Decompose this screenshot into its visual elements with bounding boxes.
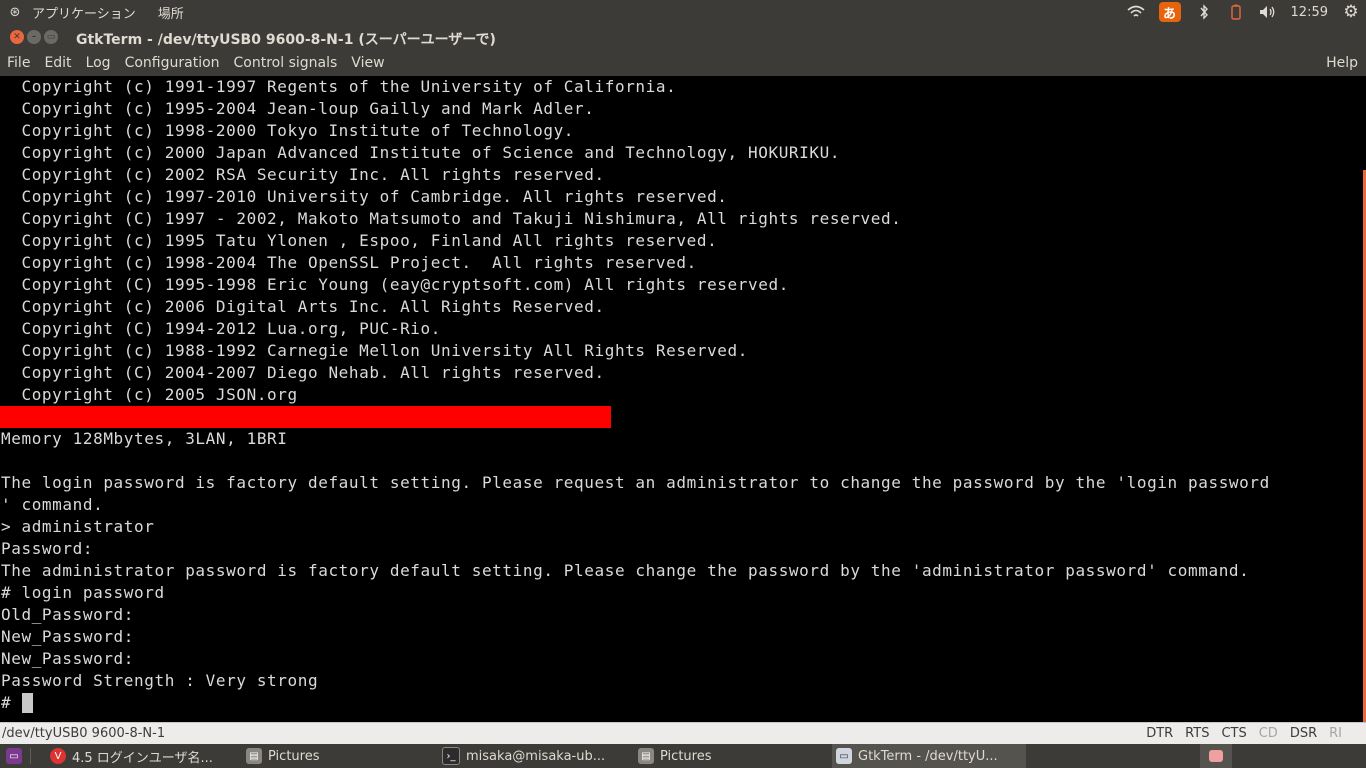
places-menu[interactable]: 場所	[158, 3, 184, 22]
vivaldi-icon: V	[50, 748, 66, 764]
terminal-line: Memory 128Mbytes, 3LAN, 1BRI	[1, 429, 288, 448]
terminal-line: Copyright (c) 1998-2004 The OpenSSL Proj…	[1, 253, 697, 272]
task-browser[interactable]: V 4.5 ログインユーザ名...	[50, 744, 230, 768]
desktop-icon: ▭	[6, 748, 22, 764]
applications-menu[interactable]: アプリケーション	[32, 3, 136, 22]
terminal-line: ' command.	[1, 495, 104, 514]
terminal-line: Copyright (c) 2006 Digital Arts Inc. All…	[1, 297, 605, 316]
terminal-line: > administrator	[1, 517, 155, 536]
signal-cd: CD	[1258, 726, 1278, 741]
menu-edit[interactable]: Edit	[44, 55, 71, 71]
menu-configuration[interactable]: Configuration	[125, 55, 220, 71]
bluetooth-icon[interactable]	[1195, 3, 1213, 21]
folder-icon: ▤	[638, 748, 654, 764]
terminal-line: New_Password:	[1, 649, 135, 668]
terminal-line: Copyright (c) 1995-2004 Jean-loup Gailly…	[1, 99, 595, 118]
close-button[interactable]: ✕	[10, 30, 24, 44]
battery-icon[interactable]	[1227, 3, 1245, 21]
terminal-line: The login password is factory default se…	[1, 473, 1270, 492]
task-label: Pictures	[660, 748, 712, 764]
ubuntu-logo-icon[interactable]: ⊛	[6, 3, 24, 21]
top-panel-indicators: あ 12:59 ⚙	[1127, 0, 1360, 24]
task-pictures-2[interactable]: ▤ Pictures	[638, 744, 818, 768]
status-bar: /dev/ttyUSB0 9600-8-N-1 DTR RTS CTS CD D…	[0, 722, 1366, 744]
task-label: Pictures	[268, 748, 320, 764]
window-icon: ▭	[836, 748, 852, 764]
clock[interactable]: 12:59	[1291, 5, 1328, 20]
terminal-line: Copyright (C) 2004-2007 Diego Nehab. All…	[1, 363, 605, 382]
task-terminal[interactable]: ›_ misaka@misaka-ub...	[442, 744, 622, 768]
terminal-line: Copyright (C) 1994-2012 Lua.org, PUC-Rio…	[1, 319, 442, 338]
show-desktop-button[interactable]: ▭	[6, 744, 22, 768]
terminal-line: Password Strength : Very strong	[1, 671, 319, 690]
terminal-line: Copyright (c) 2000 Japan Advanced Instit…	[1, 143, 841, 162]
terminal-line: Copyright (c) 1991-1997 Regents of the U…	[1, 77, 677, 96]
terminal-line: Copyright (C) 1995-1998 Eric Young (eay@…	[1, 275, 789, 294]
menu-file[interactable]: File	[7, 55, 30, 71]
workspace-icon	[1209, 750, 1223, 762]
menu-bar: File Edit Log Configuration Control sign…	[0, 52, 1366, 76]
port-settings: /dev/ttyUSB0 9600-8-N-1	[2, 726, 166, 741]
signal-rts: RTS	[1185, 726, 1210, 741]
menu-log[interactable]: Log	[86, 55, 111, 71]
control-signals: DTR RTS CTS CD DSR RI	[1146, 726, 1342, 741]
task-label: GtkTerm - /dev/ttyU...	[858, 748, 998, 764]
terminal-line: Copyright (c) 1998-2000 Tokyo Institute …	[1, 121, 575, 140]
terminal-line: # login password	[1, 583, 165, 602]
menu-items: File Edit Log Configuration Control sign…	[7, 55, 385, 71]
signal-ri: RI	[1329, 726, 1342, 741]
redacted-block	[0, 406, 611, 428]
terminal-icon: ›_	[442, 747, 460, 765]
folder-icon: ▤	[246, 748, 262, 764]
window-title: GtkTerm - /dev/ttyUSB0 9600-8-N-1 (スーパーユ…	[76, 32, 496, 48]
maximize-button[interactable]: ▭	[44, 30, 58, 44]
terminal-line: Password:	[1, 539, 94, 558]
terminal-line: Copyright (C) 1997 - 2002, Makoto Matsum…	[1, 209, 902, 228]
task-pictures-1[interactable]: ▤ Pictures	[246, 744, 426, 768]
taskbar: ▭ V 4.5 ログインユーザ名... ▤ Pictures ›_ misaka…	[0, 744, 1366, 768]
terminal-line: New_Password:	[1, 627, 135, 646]
wifi-icon[interactable]	[1127, 3, 1145, 21]
window-controls: ✕ – ▭	[10, 30, 58, 44]
input-method-icon[interactable]: あ	[1158, 2, 1181, 22]
menu-help[interactable]: Help	[1326, 55, 1358, 71]
top-panel: ⊛ アプリケーション 場所 あ 12:59 ⚙	[0, 0, 1366, 24]
terminal-line: Copyright (c) 1988-1992 Carnegie Mellon …	[1, 341, 748, 360]
terminal-line: Copyright (c) 2005 JSON.org	[1, 385, 298, 404]
terminal-prompt-line: #	[1, 693, 22, 712]
signal-dsr: DSR	[1289, 726, 1318, 741]
terminal-cursor	[22, 693, 33, 713]
task-label: misaka@misaka-ub...	[466, 748, 606, 764]
window-title-bar[interactable]: ✕ – ▭ GtkTerm - /dev/ttyUSB0 9600-8-N-1 …	[0, 24, 1366, 52]
gear-icon[interactable]: ⚙	[1342, 2, 1360, 22]
terminal-area[interactable]: Copyright (c) 1991-1997 Regents of the U…	[0, 76, 1362, 722]
terminal-line: Copyright (c) 1997-2010 University of Ca…	[1, 187, 728, 206]
menu-control-signals[interactable]: Control signals	[234, 55, 338, 71]
terminal-line: Copyright (c) 1995 Tatu Ylonen , Espoo, …	[1, 231, 718, 250]
terminal-line: Copyright (c) 2002 RSA Security Inc. All…	[1, 165, 605, 184]
top-panel-left: ⊛ アプリケーション 場所	[6, 0, 184, 24]
separator	[30, 748, 31, 764]
workspace-switcher[interactable]	[1200, 744, 1232, 768]
terminal-line: Old_Password:	[1, 605, 135, 624]
task-gtkterm[interactable]: ▭ GtkTerm - /dev/ttyU...	[832, 744, 1026, 768]
volume-icon[interactable]	[1259, 3, 1277, 21]
signal-dtr: DTR	[1146, 726, 1174, 741]
task-label: 4.5 ログインユーザ名...	[72, 750, 213, 766]
menu-view[interactable]: View	[351, 55, 384, 71]
signal-cts: CTS	[1221, 726, 1247, 741]
minimize-button[interactable]: –	[27, 30, 41, 44]
terminal-line: The administrator password is factory de…	[1, 561, 1250, 580]
